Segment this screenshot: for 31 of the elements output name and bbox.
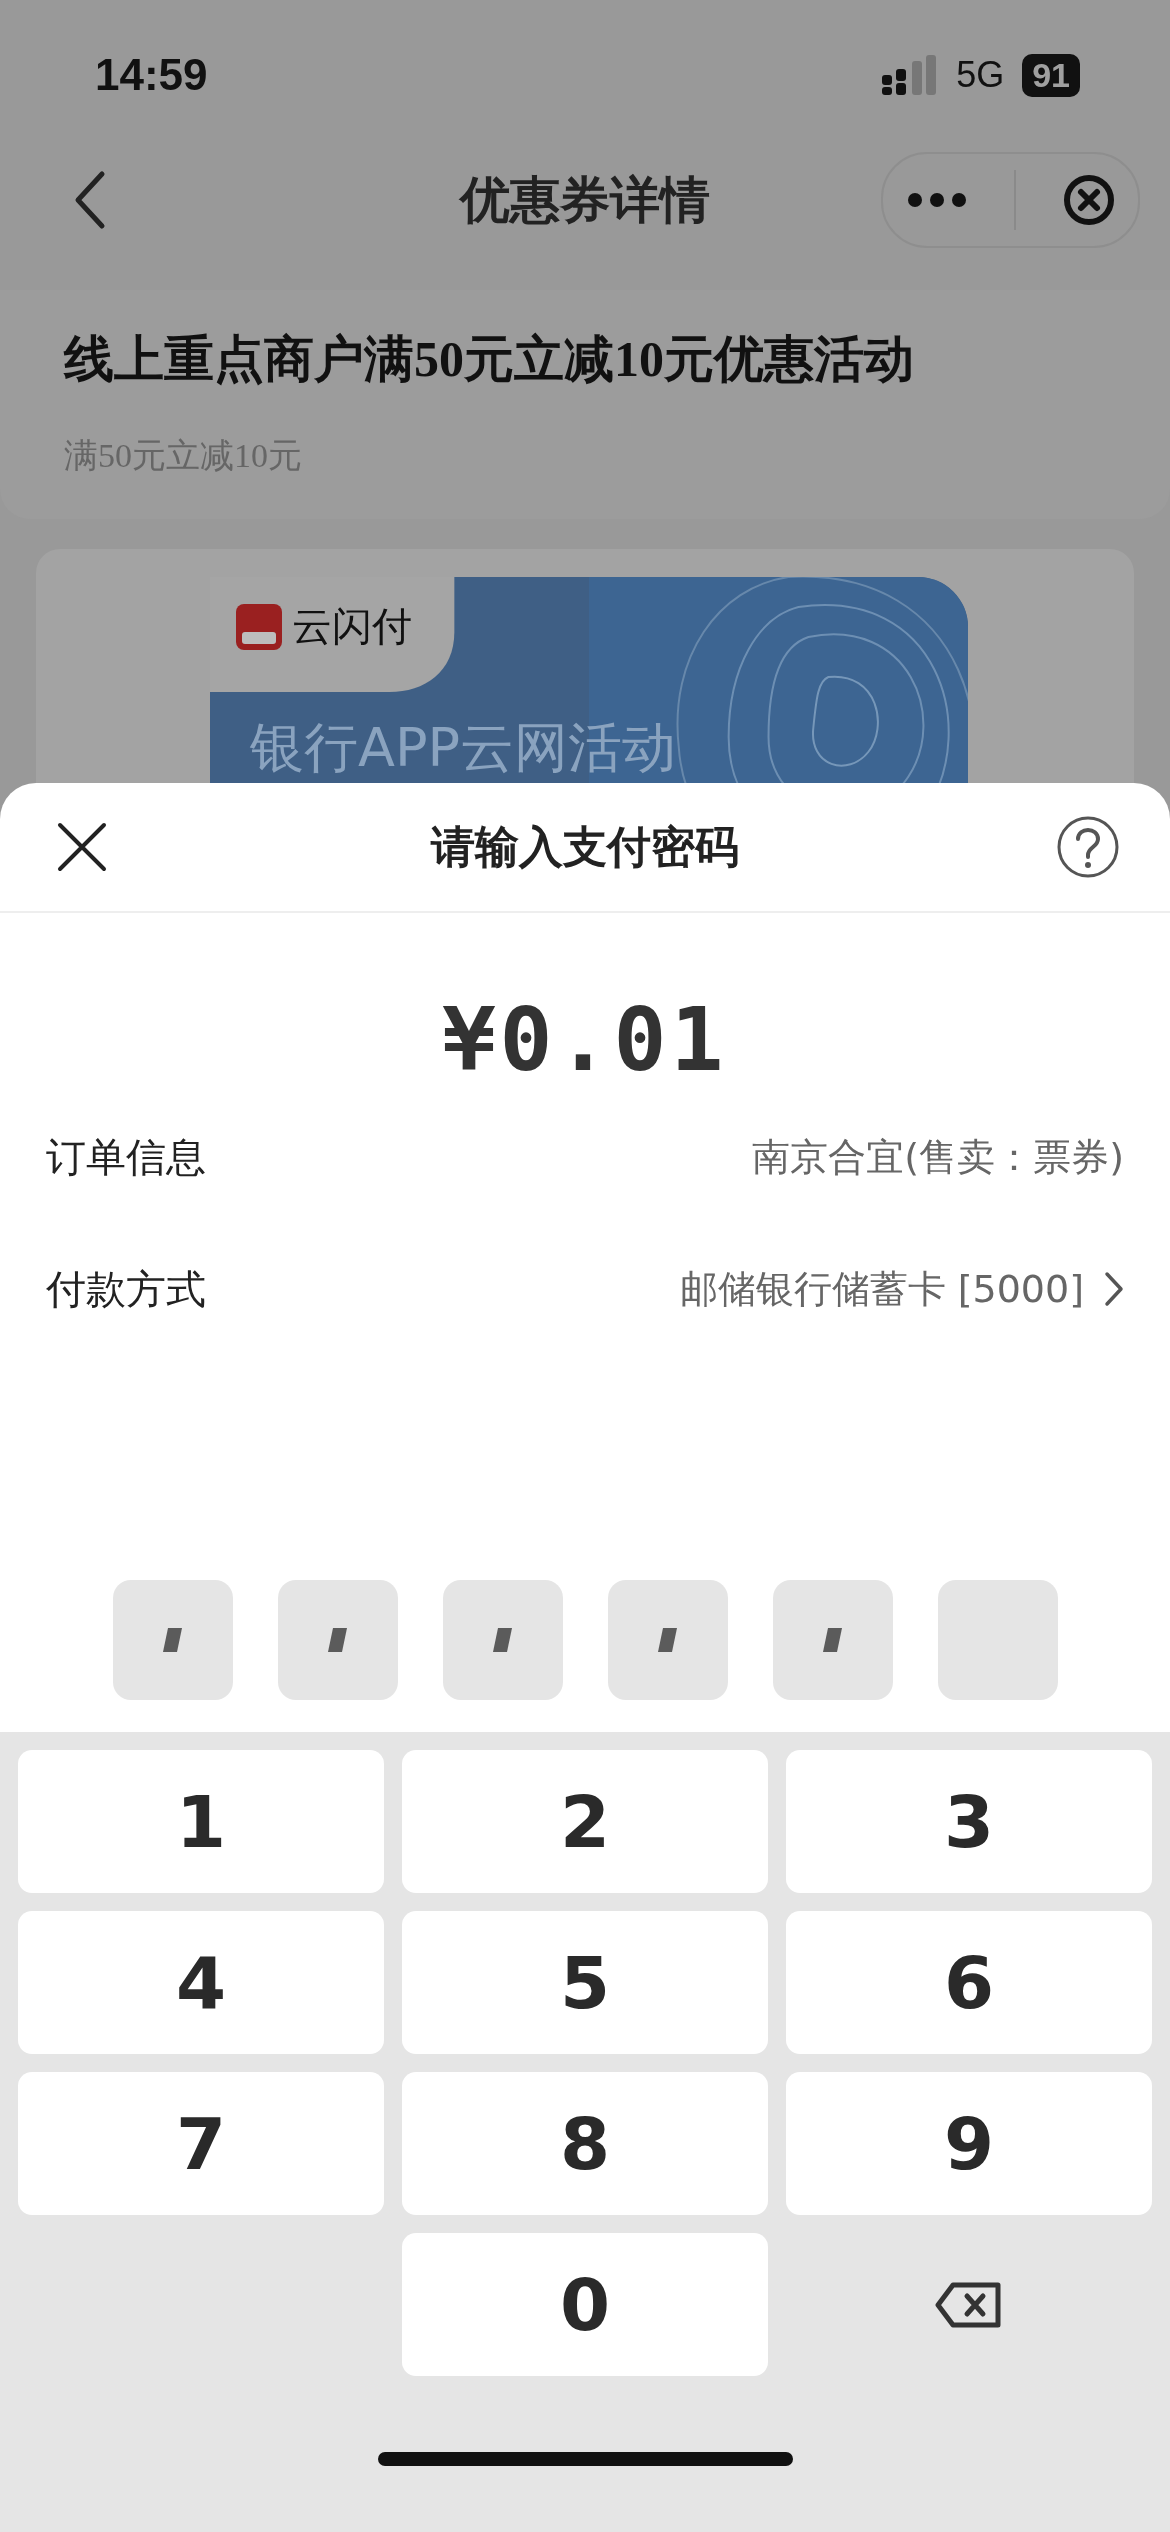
coupon-title: 线上重点商户满50元立减10元优惠活动 <box>64 330 915 389</box>
digit-key[interactable]: 9 <box>786 2072 1152 2215</box>
help-icon[interactable] <box>1056 815 1120 879</box>
info-value: 南京合宜(售卖：票券) <box>752 1133 1124 1181</box>
close-icon[interactable] <box>1062 174 1115 226</box>
digit-key[interactable]: 3 <box>786 1750 1152 1893</box>
signal-icon <box>882 55 939 95</box>
digit-key[interactable]: 4 <box>18 1911 384 2054</box>
battery-level: 91 <box>1022 53 1080 97</box>
backspace-icon[interactable] <box>935 2281 1003 2328</box>
app-logo-icon <box>236 603 282 650</box>
digit-key[interactable]: 5 <box>402 1911 768 2054</box>
digit-key[interactable]: 7 <box>18 2072 384 2215</box>
digit-key[interactable]: 8 <box>402 2072 768 2215</box>
chevron-icon[interactable] <box>1104 1271 1124 1307</box>
digit-key[interactable]: 6 <box>786 1911 1152 2054</box>
payment-amount: ¥0.01 <box>441 988 729 1091</box>
status-time: 14:59 <box>95 50 208 100</box>
info-label: 订单信息 <box>46 1132 206 1182</box>
close-icon[interactable] <box>56 821 108 873</box>
brand-name: 云闪付 <box>292 602 412 651</box>
more-icon[interactable] <box>906 190 967 210</box>
digit-key[interactable]: 1 <box>18 1750 384 1893</box>
digit-key[interactable]: 0 <box>402 2233 768 2376</box>
network-label: 5G <box>956 54 1005 96</box>
banner-headline: 银行APP云网活动 <box>250 715 677 781</box>
info-value[interactable]: 邮储银行储蓄卡 [5000] <box>679 1263 1084 1315</box>
digit-key[interactable]: 2 <box>402 1750 768 1893</box>
page-title: 优惠券详情 <box>460 169 710 231</box>
sheet-title: 请输入支付密码 <box>431 819 739 874</box>
info-label: 付款方式 <box>46 1264 206 1314</box>
